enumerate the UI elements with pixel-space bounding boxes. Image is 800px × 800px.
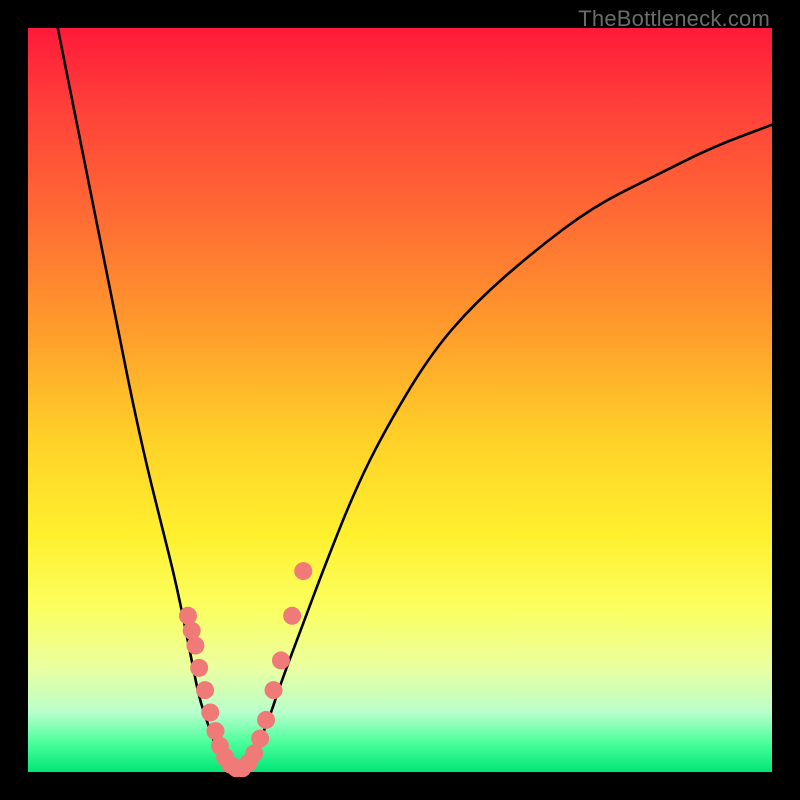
marker-salmon-dots-17	[272, 651, 290, 669]
curve-right-curve	[236, 125, 772, 772]
marker-salmon-dots-14	[251, 730, 269, 748]
marker-salmon-dots-4	[196, 681, 214, 699]
chart-overlay	[28, 28, 772, 772]
app-frame: TheBottleneck.com	[0, 0, 800, 800]
curves-layer	[58, 28, 772, 772]
marker-salmon-dots-2	[186, 637, 204, 655]
dots-layer	[179, 562, 312, 777]
marker-salmon-dots-18	[283, 607, 301, 625]
curve-left-curve	[58, 28, 237, 772]
marker-salmon-dots-15	[257, 711, 275, 729]
marker-salmon-dots-3	[190, 659, 208, 677]
marker-salmon-dots-16	[265, 681, 283, 699]
marker-salmon-dots-5	[201, 703, 219, 721]
marker-salmon-dots-19	[294, 562, 312, 580]
